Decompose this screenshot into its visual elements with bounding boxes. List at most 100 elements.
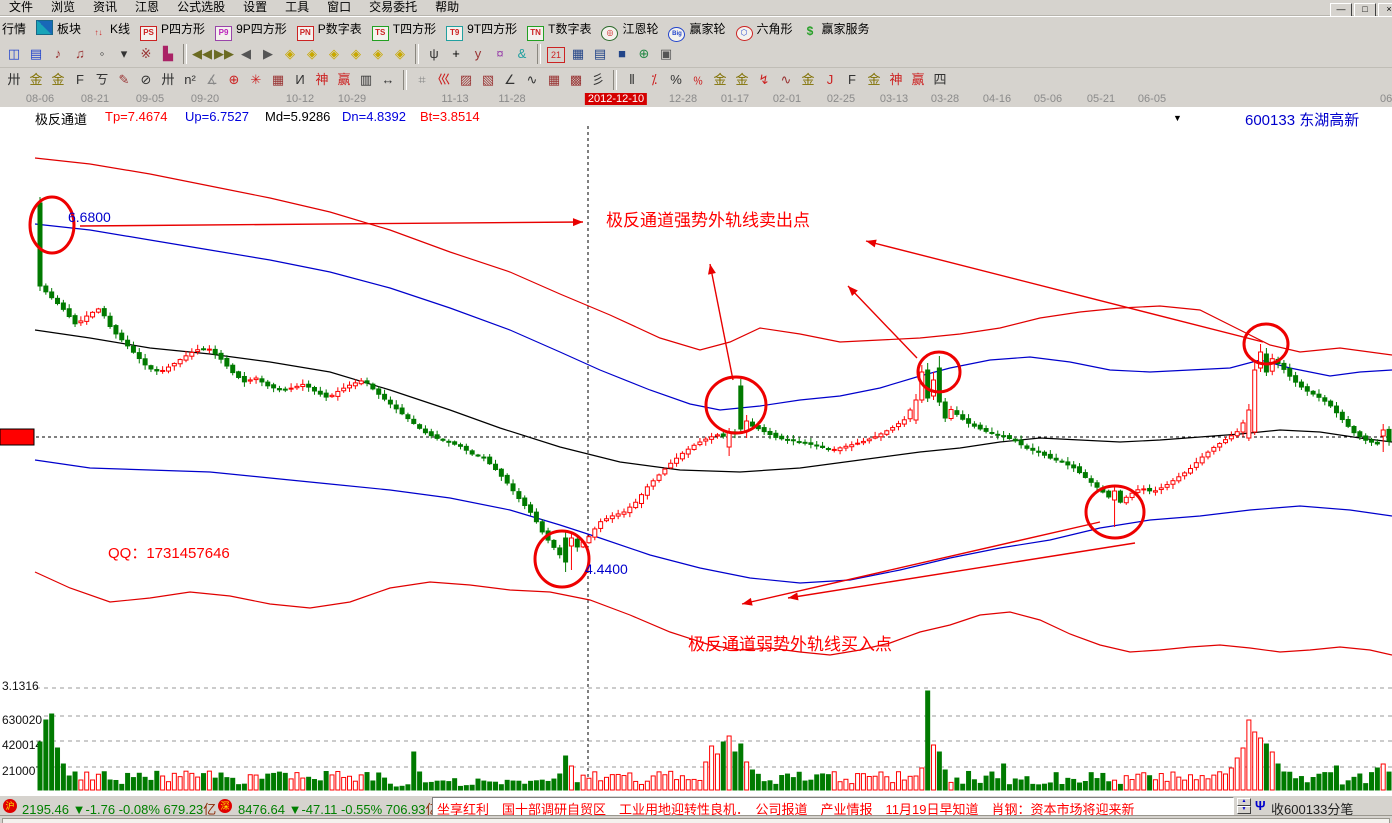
tool-icon-6[interactable]: ※: [136, 44, 156, 64]
draw-icon-20[interactable]: 巛: [434, 70, 454, 90]
chart-area[interactable]: 极反通道 Tp=7.4674Up=6.7527Md=5.9286Dn=4.839…: [0, 107, 1392, 795]
draw-icon-6[interactable]: ⊘: [136, 70, 156, 90]
spin-down-button[interactable]: ▼: [1237, 806, 1251, 814]
draw-icon-21[interactable]: ▨: [456, 70, 476, 90]
tool-icon-18[interactable]: ◈: [390, 44, 410, 64]
tool-icon-22[interactable]: y: [468, 44, 488, 64]
draw-icon-3[interactable]: F: [70, 70, 90, 90]
draw-icon-2[interactable]: 金: [48, 70, 68, 90]
tool-icon-13[interactable]: ◈: [280, 44, 300, 64]
tool-icon-17[interactable]: ◈: [368, 44, 388, 64]
draw-icon-43[interactable]: 四: [930, 70, 950, 90]
draw-icon-25[interactable]: ▦: [544, 70, 564, 90]
menu-item-5[interactable]: 设置: [234, 0, 276, 15]
tool-icon-23[interactable]: ¤: [490, 44, 510, 64]
menu-item-1[interactable]: 浏览: [42, 0, 84, 15]
tool-icon-2[interactable]: ♪: [48, 44, 68, 64]
toolbar-button-10[interactable]: Big赢家轮: [668, 17, 725, 42]
toolbar-button-5[interactable]: PNP数字表: [297, 17, 362, 42]
toolbar-button-2[interactable]: ↑↓K线: [91, 17, 130, 42]
draw-icon-37[interactable]: 金: [798, 70, 818, 90]
draw-icon-35[interactable]: ↯: [754, 70, 774, 90]
tool-icon-4[interactable]: ◦: [92, 44, 112, 64]
draw-icon-31[interactable]: %: [666, 70, 686, 90]
draw-icon-9[interactable]: ∡: [202, 70, 222, 90]
tool-icon-31[interactable]: ▣: [656, 44, 676, 64]
draw-icon-14[interactable]: 神: [312, 70, 332, 90]
draw-icon-39[interactable]: F: [842, 70, 862, 90]
draw-icon-7[interactable]: 卅: [158, 70, 178, 90]
draw-icon-38[interactable]: J: [820, 70, 840, 90]
toolbar-button-3[interactable]: PSP四方形: [140, 17, 205, 42]
draw-icon-33[interactable]: 金: [710, 70, 730, 90]
tool-icon-27[interactable]: ▦: [568, 44, 588, 64]
tool-icon-9[interactable]: ◀◀: [192, 44, 212, 64]
draw-icon-30[interactable]: ⁒: [644, 70, 664, 90]
draw-icon-26[interactable]: ▩: [566, 70, 586, 90]
draw-icon-23[interactable]: ∠: [500, 70, 520, 90]
draw-icon-24[interactable]: ∿: [522, 70, 542, 90]
draw-icon-36[interactable]: ∿: [776, 70, 796, 90]
toolbar-button-9[interactable]: ◎江恩轮: [601, 17, 658, 42]
draw-icon-16[interactable]: ▥: [356, 70, 376, 90]
menu-item-3[interactable]: 江恩: [126, 0, 168, 15]
tool-icon-3[interactable]: ♫: [70, 44, 90, 64]
menu-item-9[interactable]: 帮助: [426, 0, 468, 15]
draw-icon-29[interactable]: ⦀: [622, 70, 642, 90]
toolbar-button-8[interactable]: TNT数字表: [527, 17, 591, 42]
toolbar-button-7[interactable]: T99T四方形: [446, 17, 517, 42]
menu-item-6[interactable]: 工具: [276, 0, 318, 15]
toolbar-button-0[interactable]: 行情: [2, 17, 26, 42]
toolbar-button-4[interactable]: P99P四方形: [215, 17, 287, 42]
news-ticker[interactable]: 坐享红利 国十部调研自贸区 工业用地迎转性良机． 公司报道 产业情报 11月19…: [432, 797, 1234, 816]
draw-icon-8[interactable]: n²: [180, 70, 200, 90]
draw-icon-5[interactable]: ✎: [114, 70, 134, 90]
ticker-spinner[interactable]: ▲ ▼: [1237, 798, 1251, 813]
draw-icon-1[interactable]: 金: [26, 70, 46, 90]
tool-icon-26[interactable]: 21: [547, 47, 565, 63]
draw-icon-34[interactable]: 金: [732, 70, 752, 90]
tool-icon-11[interactable]: ◀: [236, 44, 256, 64]
draw-icon-15[interactable]: 赢: [334, 70, 354, 90]
tool-icon-29[interactable]: ■: [612, 44, 632, 64]
tool-icon-14[interactable]: ◈: [302, 44, 322, 64]
draw-icon-11[interactable]: ✳: [246, 70, 266, 90]
tool-icon-28[interactable]: ▤: [590, 44, 610, 64]
tool-icon-7[interactable]: ▙: [158, 44, 178, 64]
menu-item-8[interactable]: 交易委托: [360, 0, 426, 15]
menu-item-4[interactable]: 公式选股: [168, 0, 234, 15]
draw-icon-27[interactable]: 彡: [588, 70, 608, 90]
menu-item-7[interactable]: 窗口: [318, 0, 360, 15]
draw-icon-40[interactable]: 金: [864, 70, 884, 90]
draw-icon-17[interactable]: ↔: [378, 70, 398, 90]
tool-icon-15[interactable]: ◈: [324, 44, 344, 64]
draw-icon-42[interactable]: 赢: [908, 70, 928, 90]
tool-icon-5[interactable]: ▾: [114, 44, 134, 64]
tool-icon-12[interactable]: ▶: [258, 44, 278, 64]
tool-icon-30[interactable]: ⊕: [634, 44, 654, 64]
tool-icon-20[interactable]: ψ: [424, 44, 444, 64]
draw-icon-13[interactable]: И: [290, 70, 310, 90]
tool-icon-0[interactable]: ◫: [4, 44, 24, 64]
draw-icon-19[interactable]: ⌗: [412, 70, 432, 90]
draw-icon-4[interactable]: ㄎ: [92, 70, 112, 90]
draw-icon-22[interactable]: ▧: [478, 70, 498, 90]
tool-icon-21[interactable]: +: [446, 44, 466, 64]
draw-icon-12[interactable]: ▦: [268, 70, 288, 90]
tool-icon-16[interactable]: ◈: [346, 44, 366, 64]
draw-icon-10[interactable]: ⊕: [224, 70, 244, 90]
spin-up-button[interactable]: ▲: [1237, 798, 1251, 806]
tool-icon-1[interactable]: ▤: [26, 44, 46, 64]
tool-icon-10[interactable]: ▶▶: [214, 44, 234, 64]
tool-icon-24[interactable]: &: [512, 44, 532, 64]
toolbar-button-12[interactable]: $赢家服务: [803, 17, 870, 42]
menu-item-2[interactable]: 资讯: [84, 0, 126, 15]
draw-icon-41[interactable]: 神: [886, 70, 906, 90]
chart-canvas[interactable]: 3.13166300204200142100076.68004.4400极反通道…: [0, 107, 1392, 795]
toolbar-button-1[interactable]: 板块: [36, 17, 81, 42]
toolbar-button-11[interactable]: ⬡六角形: [736, 17, 793, 42]
draw-icon-0[interactable]: 卅: [4, 70, 24, 90]
draw-icon-32[interactable]: ﹪: [688, 70, 708, 90]
toolbar-button-6[interactable]: TST四方形: [372, 17, 436, 42]
menu-item-0[interactable]: 文件: [0, 0, 42, 15]
